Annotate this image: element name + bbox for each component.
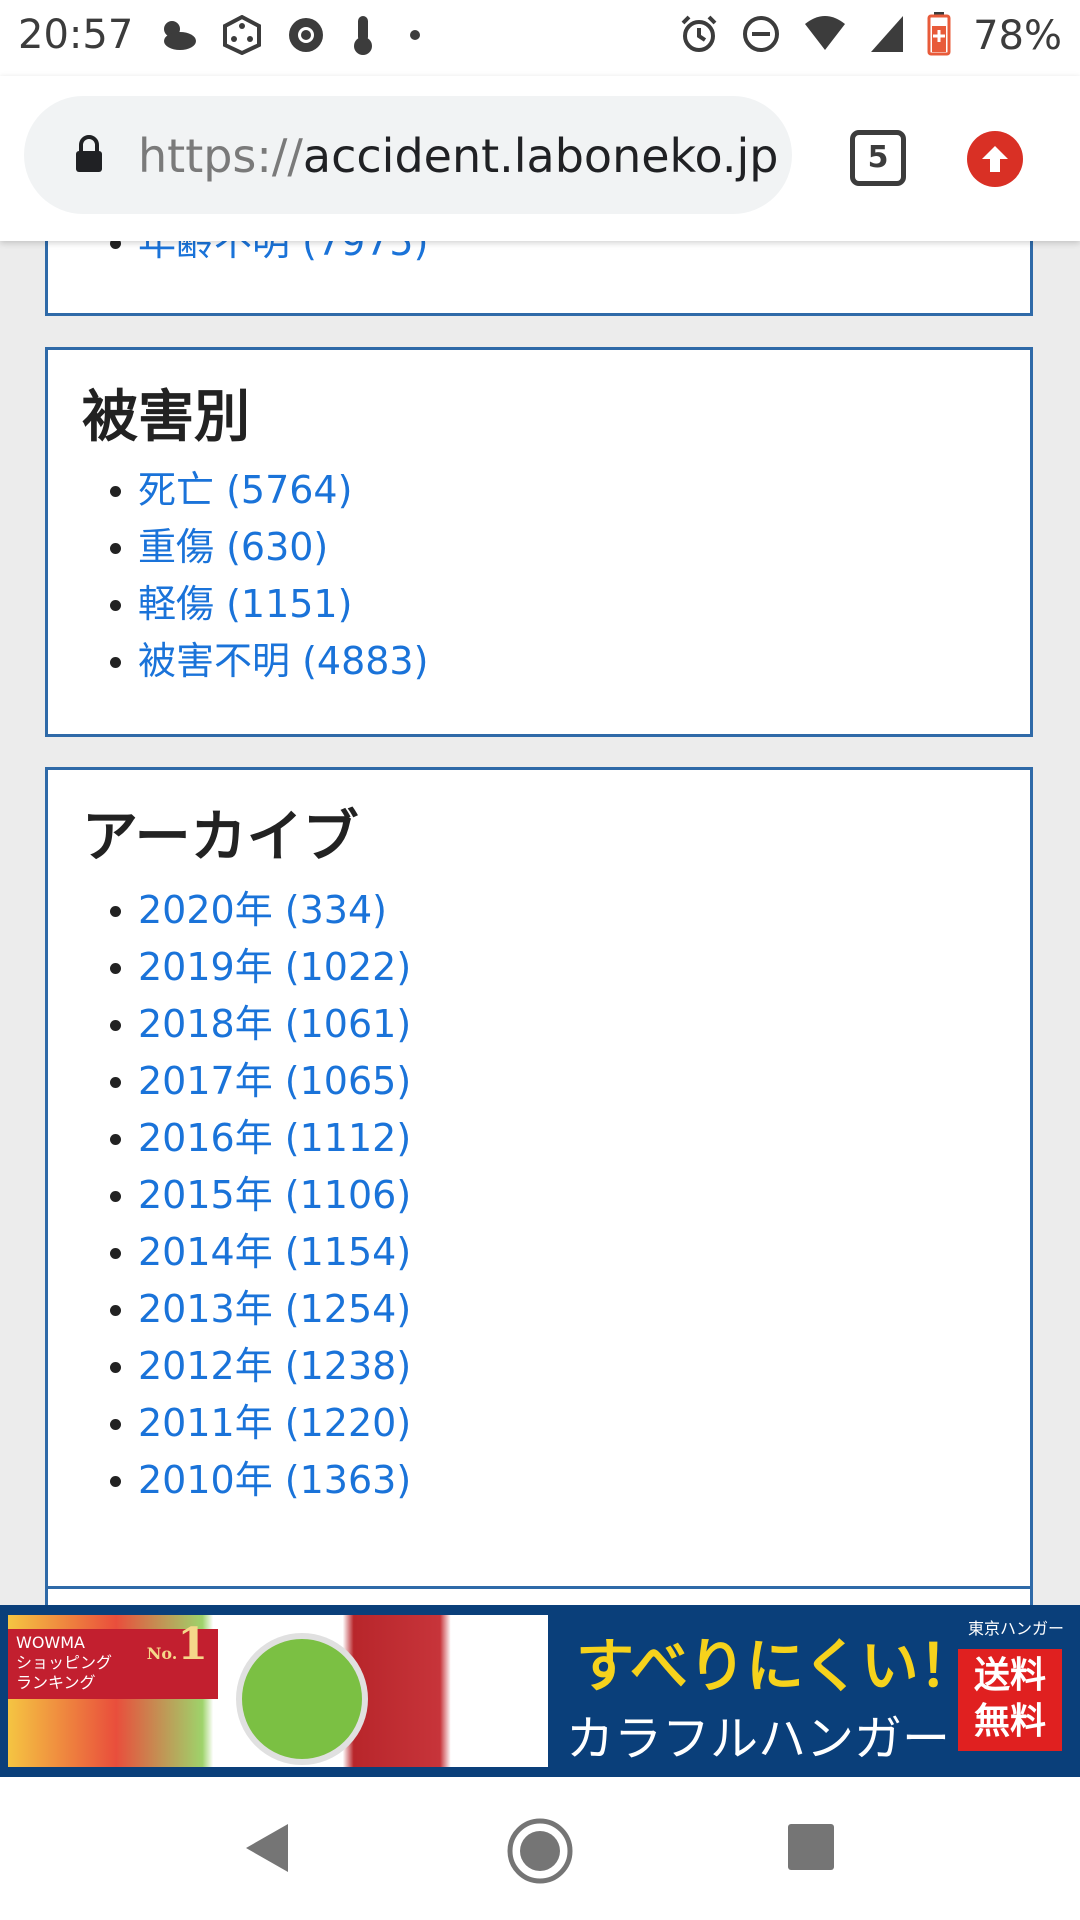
list-item[interactable]: 年齢不明 (7975) — [109, 241, 428, 271]
badge-no: No. — [146, 1644, 178, 1663]
next-section-card — [45, 1586, 1033, 1605]
archive-link[interactable]: 2014年 (1154) — [138, 1230, 411, 1274]
list-item[interactable]: 死亡 (5764) — [109, 462, 428, 519]
url-scheme: https:// — [138, 129, 303, 183]
list-item[interactable]: 2013年 (1254) — [109, 1281, 411, 1338]
list-item[interactable]: 2017年 (1065) — [109, 1053, 411, 1110]
address-bar[interactable]: https://accident.laboneko.jp/ — [24, 96, 792, 214]
list-item[interactable]: 2019年 (1022) — [109, 939, 411, 996]
chrome-icon — [286, 15, 326, 59]
damage-link[interactable]: 軽傷 (1151) — [138, 582, 352, 626]
url-text[interactable]: https://accident.laboneko.jp/ — [138, 126, 778, 186]
tab-switcher-button[interactable]: 5 — [850, 130, 906, 186]
list-item[interactable]: 被害不明 (4883) — [109, 633, 428, 690]
section-title: アーカイブ — [82, 805, 359, 870]
list-item[interactable]: 2018年 (1061) — [109, 996, 411, 1053]
archive-link[interactable]: 2017年 (1065) — [138, 1059, 411, 1103]
ad-text-area[interactable]: すべりにくい！ カラフルハンガー 東京ハンガー 送料 無料 — [548, 1605, 1080, 1777]
badge-line: ランキング — [16, 1673, 96, 1692]
archive-link[interactable]: 2019年 (1022) — [138, 945, 411, 989]
damage-section-card: 被害別 死亡 (5764) 重傷 (630) 軽傷 (1151) 被害不明 (4… — [45, 347, 1033, 737]
dot-icon — [400, 15, 430, 59]
arrow-up-icon — [982, 146, 1008, 172]
badge-rank-number: 1 — [177, 1619, 208, 1670]
wifi-icon — [803, 14, 847, 58]
archive-link[interactable]: 2011年 (1220) — [138, 1401, 411, 1445]
ad-subline: カラフルハンガー — [566, 1711, 951, 1767]
navigation-bar — [0, 1777, 1080, 1920]
recents-icon[interactable] — [788, 1824, 834, 1870]
archive-link[interactable]: 2010年 (1363) — [138, 1458, 411, 1502]
ad-product-image[interactable]: WOWMA ショッピング ランキング No.1 — [8, 1615, 548, 1767]
do-not-disturb-icon — [741, 14, 781, 58]
ad-headline: すべりにくい！ — [576, 1632, 977, 1700]
archive-link[interactable]: 2013年 (1254) — [138, 1287, 411, 1331]
list-item[interactable]: 2016年 (1112) — [109, 1110, 411, 1167]
list-item[interactable]: 重傷 (630) — [109, 519, 428, 576]
url-host: accident.laboneko.jp/ — [302, 129, 778, 183]
browser-toolbar: https://accident.laboneko.jp/ 5 — [0, 76, 1080, 241]
damage-link[interactable]: 被害不明 (4883) — [138, 639, 428, 683]
back-icon[interactable] — [244, 1822, 290, 1878]
home-icon[interactable] — [506, 1817, 574, 1889]
page-content[interactable]: 年齢不明 (7975) 被害別 死亡 (5764) 重傷 (630) 軽傷 (1… — [0, 241, 1080, 1605]
ad-brand: 東京ハンガー — [967, 1619, 1064, 1638]
lock-icon[interactable] — [74, 134, 104, 178]
archive-section-card: アーカイブ 2020年 (334) 2019年 (1022) 2018年 (10… — [45, 767, 1033, 1597]
status-bar: 20:57 78% — [0, 0, 1080, 76]
archive-link[interactable]: 2012年 (1238) — [138, 1344, 411, 1388]
archive-link[interactable]: 2018年 (1061) — [138, 1002, 411, 1046]
damage-link[interactable]: 死亡 (5764) — [138, 468, 352, 512]
list-item[interactable]: 2012年 (1238) — [109, 1338, 411, 1395]
battery-percent: 78% — [973, 13, 1062, 59]
list-item[interactable]: 2020年 (334) — [109, 882, 411, 939]
alarm-icon — [679, 14, 719, 58]
age-section-card: 年齢不明 (7975) — [45, 241, 1033, 316]
list-item[interactable]: 2015年 (1106) — [109, 1167, 411, 1224]
thermometer-icon — [350, 14, 376, 60]
archive-link[interactable]: 2020年 (334) — [138, 888, 387, 932]
damage-link[interactable]: 重傷 (630) — [138, 525, 328, 569]
list-item[interactable]: 2011年 (1220) — [109, 1395, 411, 1452]
hanger-pad-image — [236, 1633, 368, 1765]
free-shipping-badge: 送料 無料 — [958, 1649, 1062, 1751]
status-time: 20:57 — [18, 12, 134, 58]
dice-icon — [222, 14, 262, 59]
update-button[interactable] — [967, 131, 1023, 187]
free-line: 無料 — [973, 1701, 1046, 1742]
list-item[interactable]: 2014年 (1154) — [109, 1224, 411, 1281]
archive-link[interactable]: 2016年 (1112) — [138, 1116, 411, 1160]
weather-cloud-icon — [158, 15, 198, 59]
free-line: 送料 — [973, 1655, 1046, 1696]
archive-link[interactable]: 2015年 (1106) — [138, 1173, 411, 1217]
ad-banner[interactable]: WOWMA ショッピング ランキング No.1 すべりにくい！ カラフルハンガー… — [0, 1605, 1080, 1777]
badge-rank: No.1 — [146, 1623, 208, 1667]
list-item[interactable]: 2010年 (1363) — [109, 1452, 411, 1509]
age-unknown-link[interactable]: 年齢不明 (7975) — [138, 241, 428, 264]
signal-icon — [869, 14, 905, 58]
battery-icon — [927, 12, 951, 60]
section-title: 被害別 — [82, 385, 250, 450]
ranking-badge: WOWMA ショッピング ランキング No.1 — [8, 1623, 218, 1699]
list-item[interactable]: 軽傷 (1151) — [109, 576, 428, 633]
